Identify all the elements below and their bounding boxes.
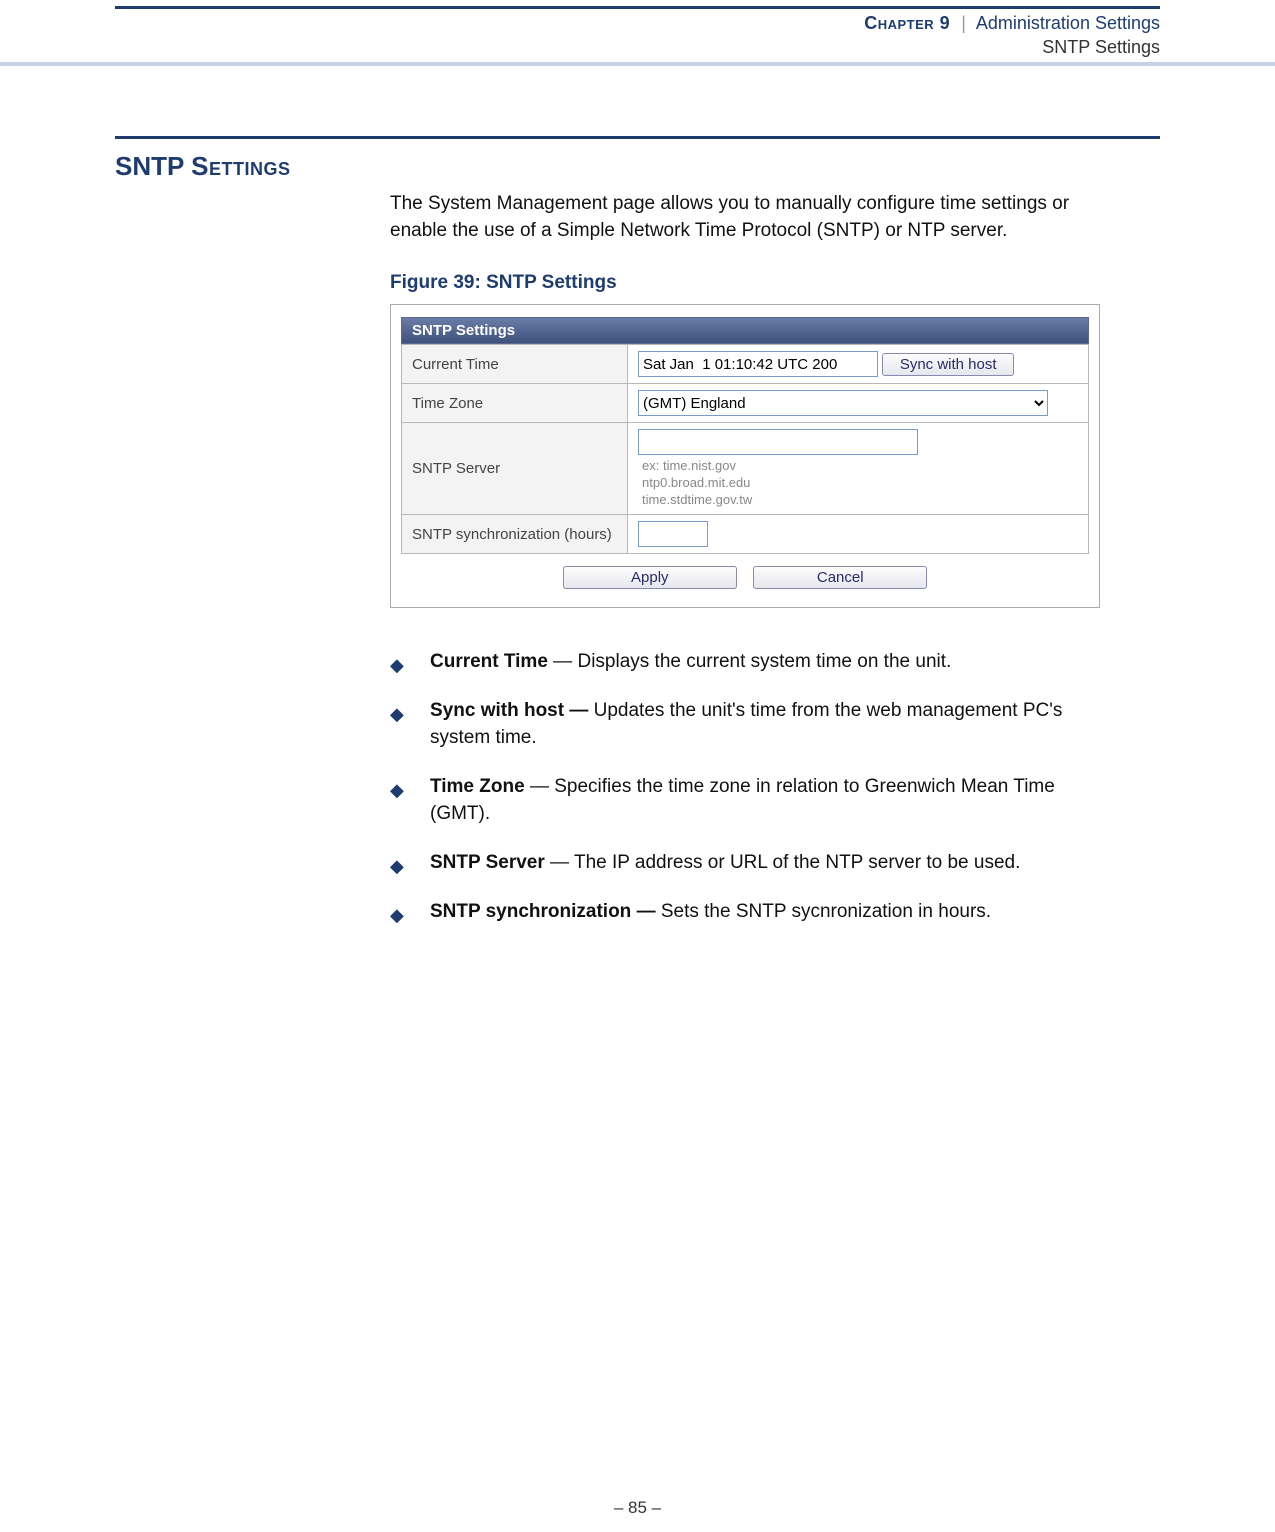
diamond-icon: ◆ xyxy=(390,777,404,804)
section-title-part1: SNTP xyxy=(115,151,191,181)
current-time-input[interactable] xyxy=(638,351,878,377)
label-sntp-server: SNTP Server xyxy=(402,423,628,515)
diamond-icon: ◆ xyxy=(390,701,404,728)
term: Sync with host — xyxy=(430,700,594,721)
chapter-title: Administration Settings xyxy=(976,13,1160,33)
definition-list: ◆ Current Time — Displays the current sy… xyxy=(390,648,1080,925)
desc: Sets the SNTP sycnronization in hours. xyxy=(661,901,991,922)
figure-caption: Figure 39: SNTP Settings xyxy=(390,272,1160,294)
list-item: ◆ Time Zone — Specifies the time zone in… xyxy=(390,773,1080,827)
list-item: ◆ SNTP Server — The IP address or URL of… xyxy=(390,849,1080,876)
chapter-label: Chapter 9 xyxy=(864,13,950,33)
header-subtitle: SNTP Settings xyxy=(0,37,1275,62)
section-title-part2: Settings xyxy=(191,151,290,181)
label-current-time: Current Time xyxy=(402,345,628,384)
settings-table: Current Time Sync with host Time Zone (G… xyxy=(401,344,1089,554)
diamond-icon: ◆ xyxy=(390,853,404,880)
time-zone-select[interactable]: (GMT) England xyxy=(638,390,1048,416)
diamond-icon: ◆ xyxy=(390,652,404,679)
label-sync-hours: SNTP synchronization (hours) xyxy=(402,515,628,554)
page-header: Chapter 9 | Administration Settings SNTP… xyxy=(0,0,1275,66)
row-sntp-server: SNTP Server ex: time.nist.gov ntp0.broad… xyxy=(402,423,1089,515)
sep: — xyxy=(545,852,574,873)
row-time-zone: Time Zone (GMT) England xyxy=(402,384,1089,423)
apply-button[interactable]: Apply xyxy=(563,566,737,589)
sep: — xyxy=(548,651,578,672)
row-current-time: Current Time Sync with host xyxy=(402,345,1089,384)
section-rule xyxy=(115,136,1160,139)
diamond-icon: ◆ xyxy=(390,902,404,929)
row-sync-hours: SNTP synchronization (hours) xyxy=(402,515,1089,554)
sync-with-host-button[interactable]: Sync with host xyxy=(882,353,1014,376)
page-number: – 85 – xyxy=(0,1498,1275,1518)
header-separator: | xyxy=(955,13,972,33)
list-item: ◆ Current Time — Displays the current sy… xyxy=(390,648,1080,675)
desc: Displays the current system time on the … xyxy=(577,651,951,672)
panel-titlebar: SNTP Settings xyxy=(401,317,1089,344)
term: SNTP synchronization — xyxy=(430,901,661,922)
sntp-server-hint: ex: time.nist.gov ntp0.broad.mit.edu tim… xyxy=(638,457,1078,508)
header-line-1: Chapter 9 | Administration Settings xyxy=(0,9,1275,37)
sync-hours-input[interactable] xyxy=(638,521,708,547)
section-title: SNTP Settings xyxy=(115,151,1160,182)
button-row: Apply Cancel xyxy=(401,554,1089,589)
sntp-settings-panel: SNTP Settings Current Time Sync with hos… xyxy=(390,304,1100,608)
cancel-button[interactable]: Cancel xyxy=(753,566,927,589)
sep: — xyxy=(525,776,555,797)
sntp-server-input[interactable] xyxy=(638,429,918,455)
list-item: ◆ SNTP synchronization — Sets the SNTP s… xyxy=(390,898,1080,925)
intro-paragraph: The System Management page allows you to… xyxy=(390,190,1070,244)
term: Time Zone xyxy=(430,776,525,797)
label-time-zone: Time Zone xyxy=(402,384,628,423)
term: Current Time xyxy=(430,651,548,672)
desc: The IP address or URL of the NTP server … xyxy=(574,852,1020,873)
list-item: ◆ Sync with host — Updates the unit's ti… xyxy=(390,697,1080,751)
term: SNTP Server xyxy=(430,852,545,873)
